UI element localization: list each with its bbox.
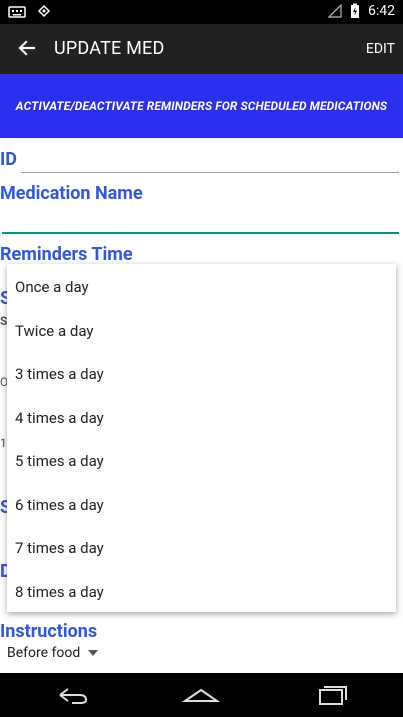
instructions-label: Instructions <box>0 621 98 642</box>
instructions-spinner[interactable]: Before food <box>7 645 99 661</box>
battery-charging-icon <box>350 3 360 19</box>
app-bar: UPDATE MED EDIT <box>0 24 403 74</box>
dropdown-option[interactable]: 8 times a day <box>15 583 104 601</box>
dropdown-option[interactable]: Twice a day <box>15 322 93 340</box>
dropdown-option[interactable]: 7 times a day <box>15 539 104 557</box>
banner-text: ACTIVATE/DEACTIVATE REMINDERS FOR SCHEDU… <box>15 99 388 113</box>
page-title: UPDATE MED <box>54 38 165 59</box>
status-bar: 6:42 <box>0 0 403 24</box>
reminders-frequency-dropdown: Once a day Twice a day 3 times a day 4 t… <box>7 264 396 612</box>
medication-name-label: Medication Name <box>0 183 143 204</box>
clock: 6:42 <box>368 3 395 19</box>
info-banner: ACTIVATE/DEACTIVATE REMINDERS FOR SCHEDU… <box>0 74 403 138</box>
chevron-down-icon <box>88 650 99 656</box>
navigation-bar <box>0 673 403 717</box>
dropdown-option[interactable]: 3 times a day <box>15 365 104 383</box>
arrow-back-icon[interactable] <box>16 37 38 59</box>
signal-icon <box>328 4 342 18</box>
id-label: ID <box>0 149 17 170</box>
edit-button[interactable]: EDIT <box>366 41 395 57</box>
reminders-time-label: Reminders Time <box>0 244 133 265</box>
nav-home-icon[interactable] <box>181 681 221 709</box>
nav-back-icon[interactable] <box>52 681 92 709</box>
dropdown-option[interactable]: 5 times a day <box>15 452 104 470</box>
keyboard-icon <box>8 5 26 19</box>
dropdown-option[interactable]: 4 times a day <box>15 409 104 427</box>
dropdown-option[interactable]: Once a day <box>15 278 89 296</box>
medication-name-field[interactable] <box>2 232 399 234</box>
dropdown-option[interactable]: 6 times a day <box>15 496 104 514</box>
partial-text-1: 1 <box>0 436 7 450</box>
android-icon <box>36 4 52 20</box>
nav-recents-icon[interactable] <box>312 681 352 709</box>
id-field[interactable] <box>21 172 399 173</box>
instructions-value: Before food <box>7 645 81 661</box>
